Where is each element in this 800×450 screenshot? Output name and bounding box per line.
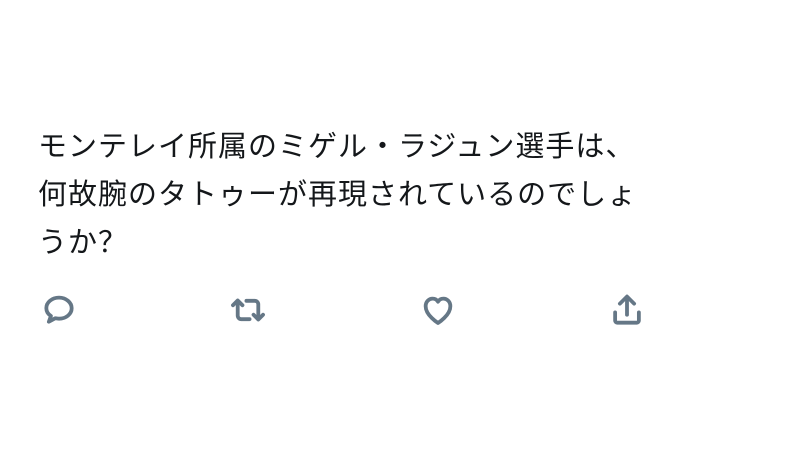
tweet-line: 何故腕のタトゥーが再現されているのでしょ xyxy=(38,177,638,211)
share-button[interactable] xyxy=(605,288,649,332)
tweet-text: モンテレイ所属のミゲル・ラジュン選手は、 何故腕のタトゥーが再現されているのでし… xyxy=(38,122,778,266)
reply-icon xyxy=(44,295,74,324)
tweet-action-bar xyxy=(0,288,800,332)
heart-icon xyxy=(423,296,453,325)
reply-button[interactable] xyxy=(37,288,81,332)
tweet-line: モンテレイ所属のミゲル・ラジュン選手は、 xyxy=(38,129,636,163)
share-icon xyxy=(613,294,641,325)
retweet-button[interactable] xyxy=(226,288,270,332)
tweet-line: うか？ xyxy=(38,225,129,259)
retweet-icon xyxy=(231,298,265,322)
like-button[interactable] xyxy=(416,288,460,332)
